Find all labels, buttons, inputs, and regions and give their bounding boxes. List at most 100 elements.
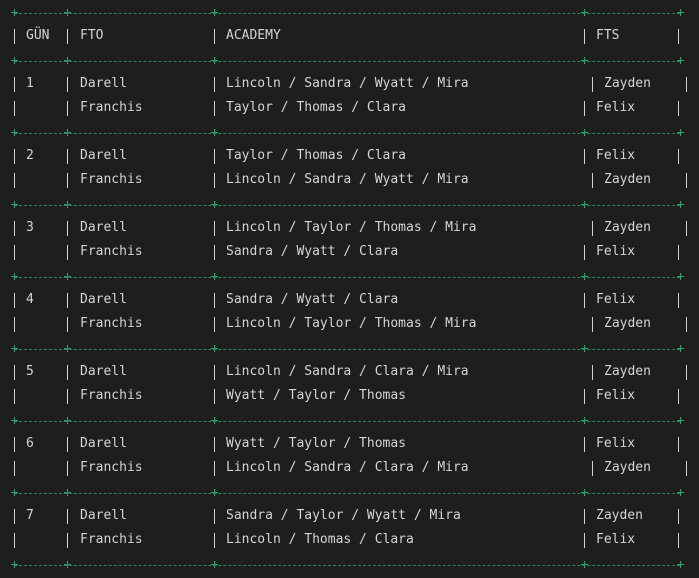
separator-junction	[581, 129, 588, 136]
cell-fts: Felix	[596, 148, 636, 163]
cell-border	[14, 149, 15, 164]
cell-border	[14, 293, 15, 308]
separator-junction	[11, 561, 18, 568]
cell-border	[67, 533, 68, 548]
cell-fts: Zayden	[604, 316, 651, 331]
cell-border	[14, 221, 15, 236]
cell-academy: Lincoln / Sandra / Wyatt / Mira	[226, 76, 469, 91]
cell-border	[678, 389, 679, 404]
cell-border	[678, 29, 679, 44]
cell-academy: Lincoln / Sandra / Wyatt / Mira	[226, 172, 469, 187]
cell-border	[67, 149, 68, 164]
cell-fto: Franchis	[80, 244, 143, 259]
cell-border	[678, 509, 679, 524]
cell-border	[214, 221, 215, 236]
table-row: Franchis Lincoln / Sandra / Wyatt / Mira Z…	[0, 168, 699, 192]
cell-border	[14, 437, 15, 452]
cell-border	[67, 437, 68, 452]
cell-fto: Darell	[80, 76, 127, 91]
cell-border	[686, 365, 687, 380]
cell-border	[14, 173, 15, 188]
table-row: 1 Darell Lincoln / Sandra / Wyatt / Mira Za…	[0, 72, 699, 96]
separator-junction	[677, 561, 684, 568]
separator-junction	[64, 129, 71, 136]
cell-border	[214, 437, 215, 452]
separator-junction	[581, 345, 588, 352]
header-row: GÜN FTO ACADEMY FTS	[0, 24, 699, 48]
cell-border	[67, 221, 68, 236]
cell-border	[678, 245, 679, 260]
cell-border	[214, 317, 215, 332]
cell-border	[67, 173, 68, 188]
separator-junction	[677, 129, 684, 136]
cell-border	[592, 461, 593, 476]
cell-day: 3	[26, 220, 34, 235]
separator-junction	[11, 129, 18, 136]
cell-fts: Felix	[596, 532, 636, 547]
separator-junction	[11, 273, 18, 280]
cell-border	[214, 245, 215, 260]
separator-junction	[64, 57, 71, 64]
separator-junction	[581, 417, 588, 424]
cell-academy: Sandra / Wyatt / Clara	[226, 244, 399, 259]
cell-border	[214, 173, 215, 188]
table-row: 4 Darell Sandra / Wyatt / Clara Felix	[0, 288, 699, 312]
cell-border	[592, 221, 593, 236]
cell-border	[678, 437, 679, 452]
cell-day: 1	[26, 76, 34, 91]
cell-border	[214, 293, 215, 308]
separator-junction	[581, 489, 588, 496]
cell-border	[67, 461, 68, 476]
cell-fto: Franchis	[80, 388, 143, 403]
table-row: 6 Darell Wyatt / Taylor / Thomas Felix	[0, 432, 699, 456]
cell-border	[686, 77, 687, 92]
separator-junction	[581, 9, 588, 16]
cell-border	[14, 77, 15, 92]
separator-junction	[64, 201, 71, 208]
cell-border	[584, 389, 585, 404]
separator-junction	[211, 273, 218, 280]
cell-fto: Franchis	[80, 172, 143, 187]
separator-junction	[64, 345, 71, 352]
cell-border	[67, 365, 68, 380]
separator-junction	[211, 345, 218, 352]
cell-border	[592, 317, 593, 332]
cell-border	[214, 149, 215, 164]
cell-border	[214, 29, 215, 44]
schedule-table: GÜN FTO ACADEMY FTS 1 Darell Lincoln / San…	[0, 0, 699, 578]
cell-border	[14, 245, 15, 260]
cell-fto: Franchis	[80, 100, 143, 115]
cell-border	[584, 149, 585, 164]
separator-junction	[677, 201, 684, 208]
table-row: 2 Darell Taylor / Thomas / Clara Felix	[0, 144, 699, 168]
separator-junction	[211, 201, 218, 208]
separator-junction	[64, 417, 71, 424]
separator-junction	[211, 417, 218, 424]
separator-junction	[64, 9, 71, 16]
cell-border	[14, 365, 15, 380]
cell-border	[686, 317, 687, 332]
cell-academy: Wyatt / Taylor / Thomas	[226, 436, 407, 451]
cell-fts: Felix	[596, 100, 636, 115]
cell-border	[584, 101, 585, 116]
cell-academy: Lincoln / Thomas / Clara	[226, 532, 414, 547]
table-row: 3 Darell Lincoln / Taylor / Thomas / Mira Z…	[0, 216, 699, 240]
table-row: Franchis Wyatt / Taylor / Thomas Felix	[0, 384, 699, 408]
cell-fto: Darell	[80, 220, 127, 235]
cell-fto: Franchis	[80, 460, 143, 475]
cell-border	[584, 533, 585, 548]
separator-junction	[677, 417, 684, 424]
cell-border	[214, 101, 215, 116]
separator-junction	[581, 561, 588, 568]
cell-border	[214, 365, 215, 380]
cell-border	[678, 101, 679, 116]
separator-junction	[677, 273, 684, 280]
separator-junction	[581, 57, 588, 64]
header-academy: ACADEMY	[226, 28, 281, 43]
cell-border	[67, 77, 68, 92]
separator-junction	[581, 273, 588, 280]
separator-junction	[11, 57, 18, 64]
table-row: 7 Darell Sandra / Taylor / Wyatt / Mira Zay…	[0, 504, 699, 528]
separator-junction	[64, 561, 71, 568]
cell-fts: Zayden	[604, 460, 651, 475]
